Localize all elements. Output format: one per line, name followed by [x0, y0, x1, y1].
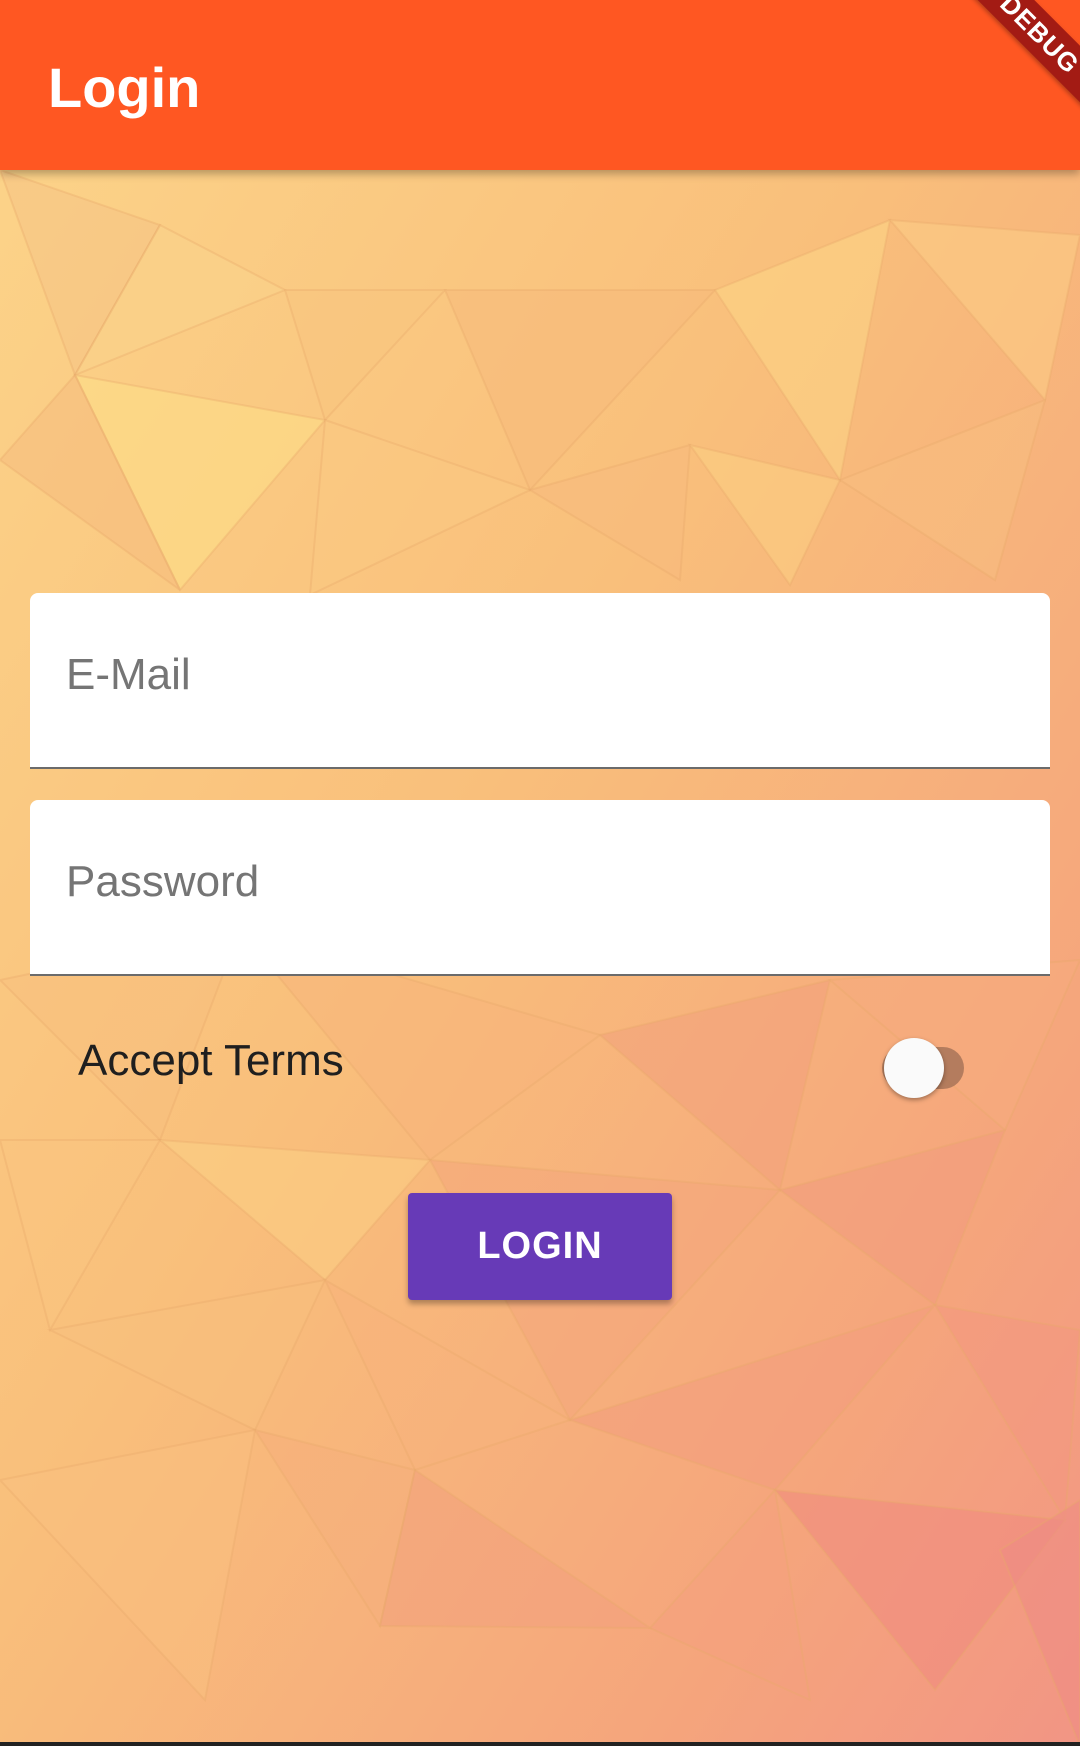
- accept-terms-switch[interactable]: [856, 1028, 968, 1098]
- email-field[interactable]: [66, 645, 1006, 705]
- login-button[interactable]: LOGIN: [408, 1193, 672, 1300]
- password-field[interactable]: [66, 852, 1006, 912]
- email-field-container: [30, 593, 1050, 769]
- switch-thumb: [884, 1038, 944, 1098]
- app-bar: Login DEBUG: [0, 0, 1080, 170]
- password-field-container: [30, 800, 1050, 976]
- page-title: Login: [48, 56, 201, 119]
- debug-banner: DEBUG: [948, 0, 1080, 126]
- bottom-divider: [0, 1742, 1080, 1746]
- accept-terms-label: Accept Terms: [78, 1036, 344, 1085]
- accept-terms-row: Accept Terms: [30, 1020, 1050, 1100]
